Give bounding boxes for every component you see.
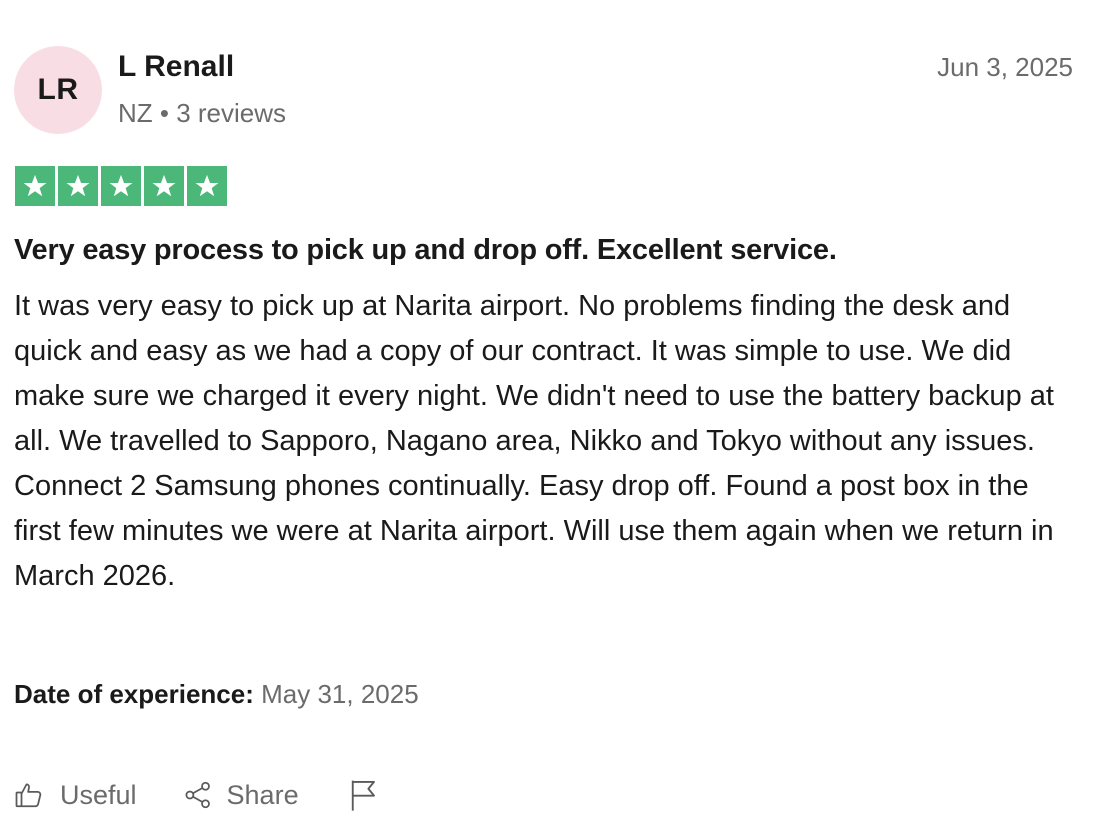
share-button[interactable]: Share	[183, 780, 299, 811]
star-icon	[144, 166, 184, 206]
avatar: LR	[14, 46, 102, 134]
star-icon	[187, 166, 227, 206]
review-body: It was very easy to pick up at Narita ai…	[14, 290, 1054, 592]
experience-date: May 31, 2025	[261, 679, 419, 709]
consumer-meta: NZ • 3 reviews	[118, 98, 287, 128]
date-of-experience: Date of experience: May 31, 2025	[14, 676, 419, 712]
thumbs-up-icon	[14, 780, 44, 810]
star-icon	[58, 166, 98, 206]
review-actions: Useful Share	[14, 774, 379, 816]
useful-button[interactable]: Useful	[14, 780, 137, 811]
share-label: Share	[226, 779, 299, 810]
consumer-name[interactable]: L Renall	[118, 49, 234, 85]
star-icon	[101, 166, 141, 206]
avatar-initials: LR	[37, 73, 79, 106]
star-icon	[15, 166, 55, 206]
flag-icon	[349, 778, 379, 812]
useful-label: Useful	[60, 779, 137, 810]
review-title[interactable]: Very easy process to pick up and drop of…	[14, 230, 837, 270]
experience-label: Date of experience:	[14, 679, 254, 709]
review-date: Jun 3, 2025	[937, 52, 1073, 82]
star-rating	[15, 166, 227, 206]
review-card: LR L Renall NZ • 3 reviews Jun 3, 2025 V…	[0, 0, 1106, 838]
report-button[interactable]	[349, 778, 379, 812]
share-icon	[183, 780, 213, 810]
